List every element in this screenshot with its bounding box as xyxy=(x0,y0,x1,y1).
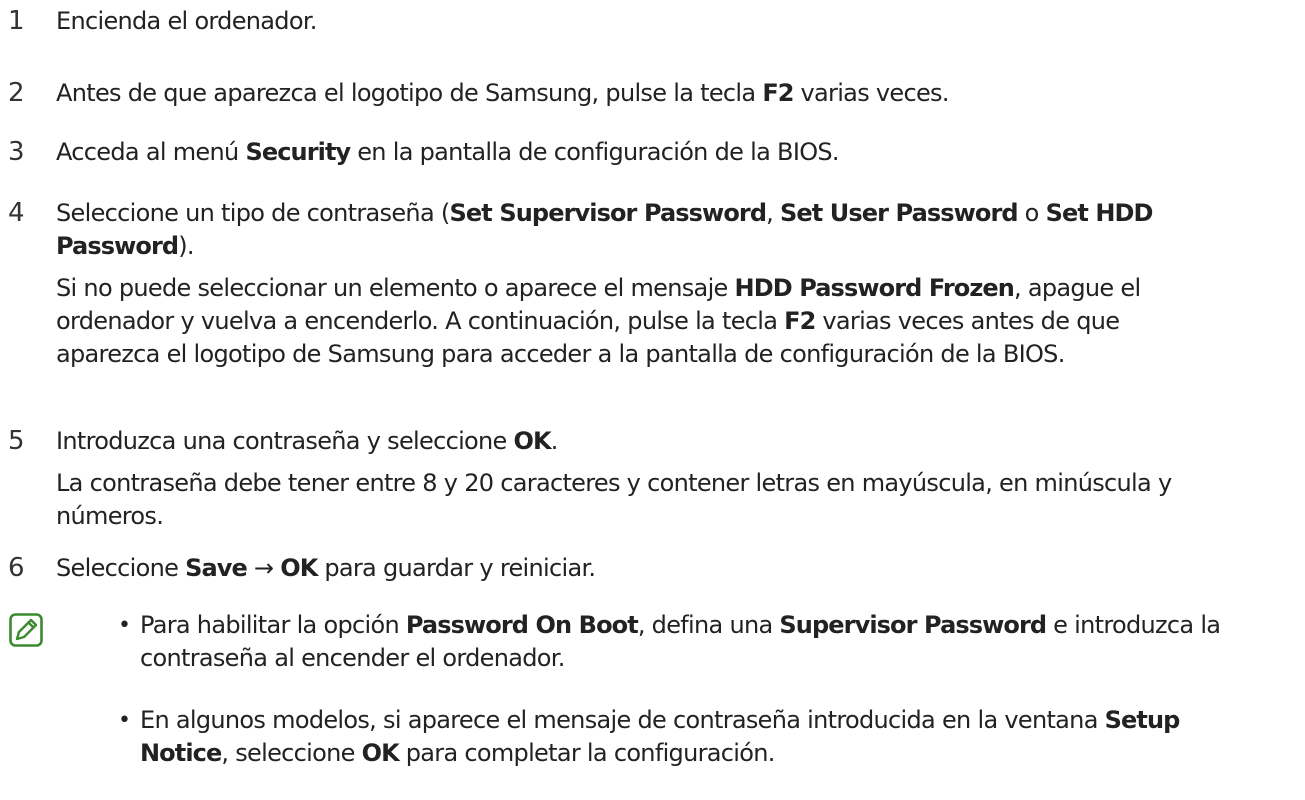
step-number: 6 xyxy=(8,553,25,583)
text-span: contraseña al encender el ordenador. xyxy=(140,644,565,672)
text-span: Acceda al menú xyxy=(56,138,246,166)
text-span: Si no puede seleccionar un elemento o ap… xyxy=(56,274,735,302)
bullet-text: Para habilitar la opción Password On Boo… xyxy=(140,609,1221,675)
text-line: Antes de que aparezca el logotipo de Sam… xyxy=(56,77,1305,110)
step-number: 2 xyxy=(8,78,25,108)
step-number: 3 xyxy=(8,137,25,167)
text-span: Para habilitar la opción xyxy=(140,611,406,639)
document-page: 1 Encienda el ordenador. 2 Antes de que … xyxy=(0,0,1305,800)
text-span: Introduzca una contraseña y seleccione xyxy=(56,427,514,455)
step-text: Acceda al menú Security en la pantalla d… xyxy=(56,136,1305,169)
bullet-text: En algunos modelos, si aparece el mensaj… xyxy=(140,704,1181,770)
text-span: En algunos modelos, si aparece el mensaj… xyxy=(140,706,1105,734)
note-pencil-icon xyxy=(9,613,43,647)
bold-term: F2 xyxy=(784,307,816,335)
text-span: para guardar y reiniciar. xyxy=(317,554,596,582)
step-number: 4 xyxy=(8,198,25,228)
step-text: Seleccione Save → OK para guardar y rein… xyxy=(56,552,1305,585)
bold-term: Set HDD xyxy=(1045,199,1154,227)
bold-term: OK xyxy=(280,554,318,582)
bullet-dot: • xyxy=(118,613,131,638)
text-line: ordenador y vuelva a encenderlo. A conti… xyxy=(56,305,1305,338)
text-span: números. xyxy=(56,502,164,530)
step-text: Encienda el ordenador. xyxy=(56,5,1305,38)
text-line: números. xyxy=(56,500,1305,533)
step-text: Introduzca una contraseña y seleccione O… xyxy=(56,425,1305,533)
text-line: Encienda el ordenador. xyxy=(56,5,1305,38)
bold-term: Password On Boot xyxy=(405,611,639,639)
text-span: aparezca el logotipo de Samsung para acc… xyxy=(56,340,1065,368)
text-span: Antes de que aparezca el logotipo de Sam… xyxy=(56,79,763,107)
text-span: varias veces antes de que xyxy=(815,307,1120,335)
bold-term: Security xyxy=(245,138,351,166)
bold-term: Save xyxy=(185,554,248,582)
text-span: , xyxy=(766,199,780,227)
bold-term: Set Supervisor Password xyxy=(449,199,767,227)
text-span: → xyxy=(246,554,281,582)
text-line: Notice, seleccione OK para completar la … xyxy=(140,737,1179,770)
text-line: Acceda al menú Security en la pantalla d… xyxy=(56,136,1305,169)
text-line: contraseña al encender el ordenador. xyxy=(140,642,1220,675)
text-span: ordenador y vuelva a encenderlo. A conti… xyxy=(56,307,785,335)
text-span: e introduzca la xyxy=(1046,611,1221,639)
bold-term: OK xyxy=(361,739,400,767)
bold-term: HDD Password Frozen xyxy=(734,274,1015,302)
text-line: Introduzca una contraseña y seleccione O… xyxy=(56,425,1305,458)
bold-term: Set User Password xyxy=(779,199,1019,227)
text-span: . xyxy=(550,427,559,455)
text-span: , apague el xyxy=(1013,274,1141,302)
text-span: en la pantalla de configuración de la BI… xyxy=(350,138,839,166)
text-span: varias veces. xyxy=(793,79,950,107)
text-line: Si no puede seleccionar un elemento o ap… xyxy=(56,272,1305,305)
text-span: La contraseña debe tener entre 8 y 20 ca… xyxy=(56,469,1172,497)
step-number: 5 xyxy=(8,426,25,456)
step-text: Antes de que aparezca el logotipo de Sam… xyxy=(56,77,1305,110)
bold-term: Supervisor Password xyxy=(779,611,1047,639)
text-line: La contraseña debe tener entre 8 y 20 ca… xyxy=(56,467,1305,500)
text-span: ). xyxy=(178,232,194,260)
text-line: Seleccione Save → OK para guardar y rein… xyxy=(56,552,1305,585)
text-line: Seleccione un tipo de contraseña (Set Su… xyxy=(56,197,1305,230)
text-span: Seleccione un tipo de contraseña ( xyxy=(56,199,450,227)
text-span: para completar la configuración. xyxy=(398,739,776,767)
bold-term: Setup xyxy=(1104,706,1181,734)
text-line: aparezca el logotipo de Samsung para acc… xyxy=(56,338,1305,371)
text-span: Encienda el ordenador. xyxy=(56,7,317,35)
bold-term: Password xyxy=(56,232,179,260)
text-span: Seleccione xyxy=(56,554,186,582)
step-text: Seleccione un tipo de contraseña (Set Su… xyxy=(56,197,1305,371)
text-span: , defina una xyxy=(637,611,780,639)
step-number: 1 xyxy=(8,6,25,36)
text-span: , seleccione xyxy=(221,739,362,767)
bold-term: OK xyxy=(513,427,552,455)
bullet-dot: • xyxy=(118,708,131,733)
text-line: Para habilitar la opción Password On Boo… xyxy=(140,609,1221,642)
text-span: o xyxy=(1017,199,1046,227)
bold-term: Notice xyxy=(140,739,222,767)
bold-term: F2 xyxy=(762,79,794,107)
text-line: Password). xyxy=(56,230,1305,263)
text-line: En algunos modelos, si aparece el mensaj… xyxy=(140,704,1181,737)
